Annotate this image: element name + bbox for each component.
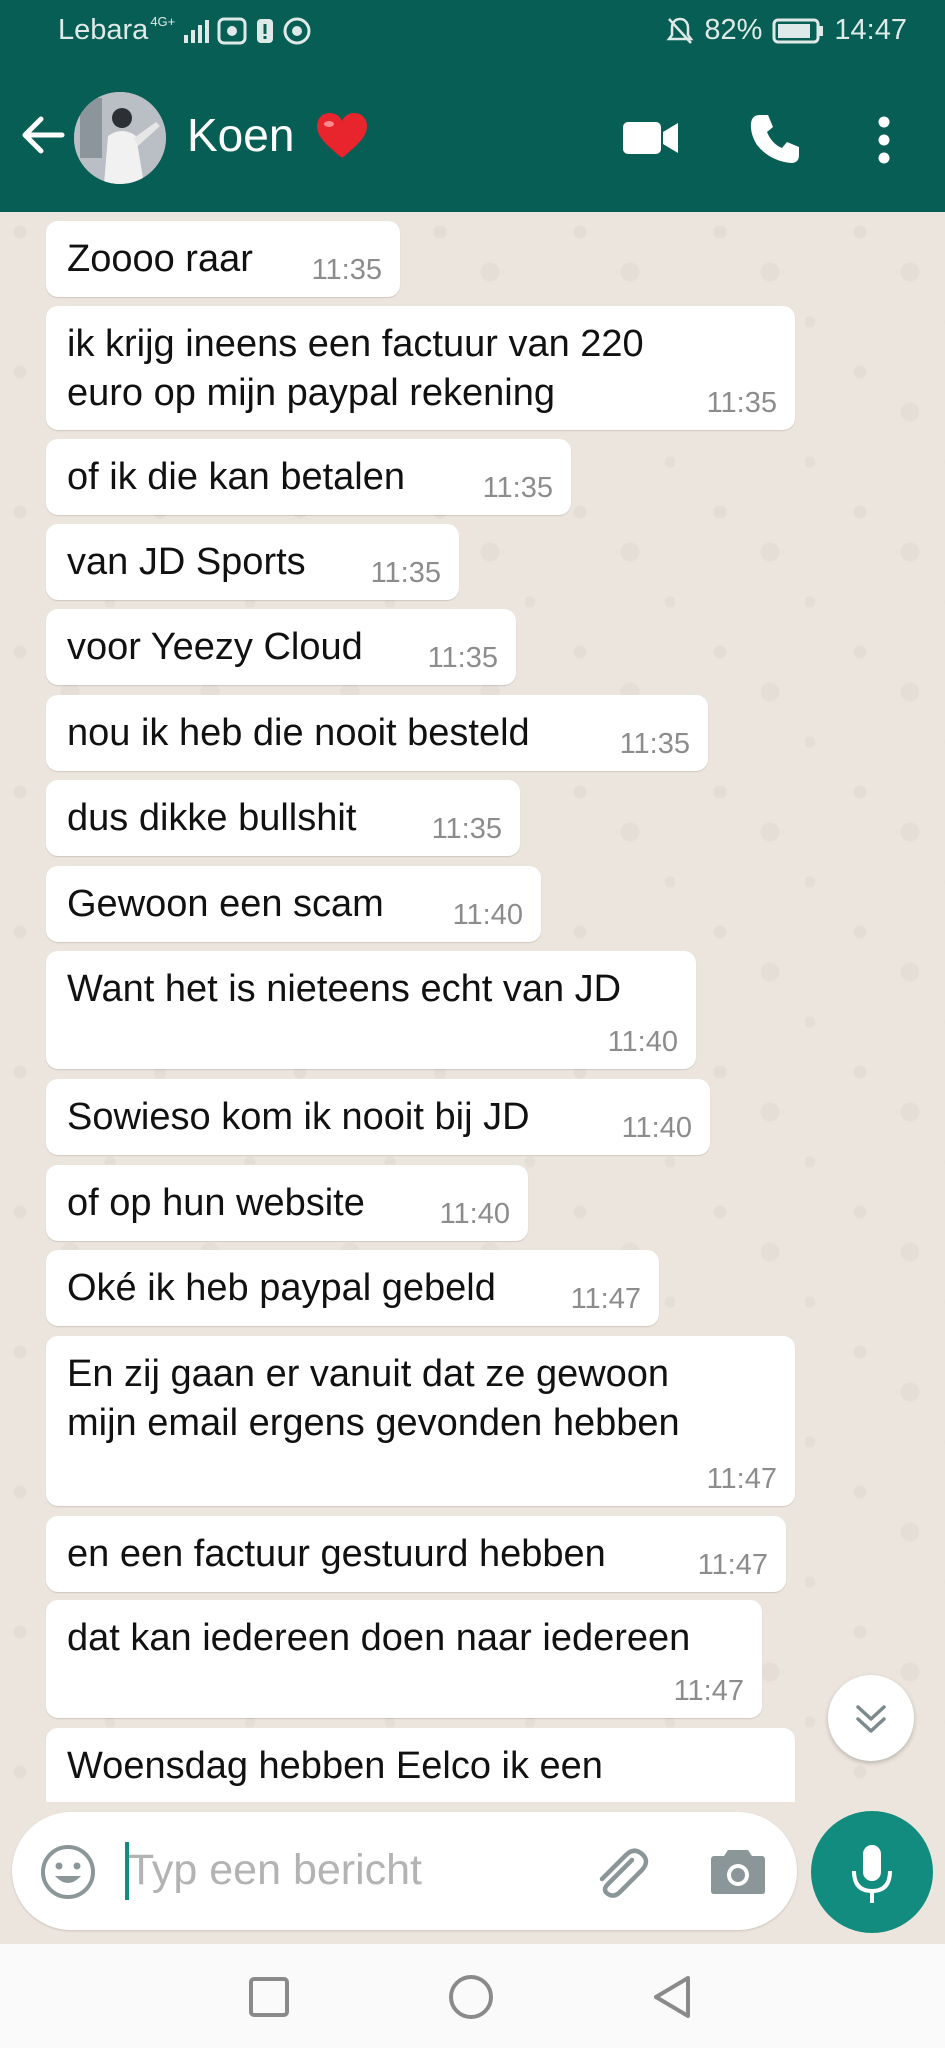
message-text: Woensdag hebben Eelco ik een [67, 1745, 603, 1787]
nav-recents-icon[interactable] [248, 1976, 290, 2018]
status-right: 82% 14:47 [666, 14, 907, 47]
app-notification-icon [217, 17, 247, 44]
message-text: Oké ik heb paypal gebeld [67, 1267, 496, 1309]
message-text: dat kan iedereen doen naar iedereen [67, 1617, 691, 1659]
avatar[interactable] [74, 92, 166, 184]
message-bubble[interactable]: Oké ik heb paypal gebeld 11:47 [46, 1250, 659, 1326]
message-bubble[interactable]: van JD Sports 11:35 [46, 524, 459, 600]
chat-header: Koen [0, 64, 945, 212]
message-bubble[interactable]: En zij gaan er vanuit dat ze gewoon mijn… [46, 1336, 795, 1506]
message-time: 11:40 [452, 899, 523, 931]
mic-icon [852, 1845, 892, 1903]
phone-icon[interactable] [748, 112, 802, 166]
message-time: 11:35 [482, 472, 553, 504]
battery-percent: 82% [704, 14, 763, 46]
message-composer: Typ een bericht [12, 1812, 797, 1930]
alert-notification-icon [257, 18, 274, 43]
message-text: En zij gaan er vanuit dat ze gewoon mijn… [67, 1353, 680, 1444]
system-nav-bar [0, 1944, 945, 2048]
scroll-down-icon [856, 1705, 886, 1733]
message-bubble[interactable]: dus dikke bullshit 11:35 [46, 780, 520, 856]
message-bubble[interactable]: of op hun website 11:40 [46, 1165, 528, 1241]
chrome-icon [283, 17, 311, 44]
nav-home-icon[interactable] [448, 1974, 494, 2020]
muted-bell-icon [666, 17, 694, 44]
scroll-down-button[interactable] [828, 1675, 914, 1761]
message-bubble[interactable]: Zoooo raar 11:35 [46, 221, 400, 297]
message-bubble[interactable]: of ik die kan betalen 11:35 [46, 439, 571, 515]
message-time: 11:40 [439, 1198, 510, 1230]
message-text: Want het is nieteens echt van JD [67, 968, 622, 1010]
message-bubble[interactable]: ik krijg ineens een factuur van 220 euro… [46, 306, 795, 430]
message-list[interactable]: Zoooo raar 11:35 ik krijg ineens een fac… [0, 212, 945, 1802]
message-time: 11:35 [311, 254, 382, 286]
message-text: ik krijg ineens een factuur van 220 euro… [67, 323, 644, 414]
status-bar: Lebara 4G+ 82% 14:47 [0, 0, 945, 64]
message-time: 11:47 [673, 1675, 744, 1707]
message-text: of ik die kan betalen [67, 456, 406, 498]
nav-back-icon[interactable] [650, 1974, 694, 2020]
message-time: 11:35 [370, 557, 441, 589]
message-bubble[interactable]: en een factuur gestuurd hebben 11:47 [46, 1516, 786, 1592]
message-text: en een factuur gestuurd hebben [67, 1533, 606, 1575]
message-bubble[interactable]: voor Yeezy Cloud 11:35 [46, 609, 516, 685]
message-bubble[interactable]: nou ik heb die nooit besteld 11:35 [46, 695, 708, 771]
clock: 14:47 [834, 14, 907, 46]
message-time: 11:47 [697, 1549, 768, 1581]
message-time: 11:35 [431, 813, 502, 845]
message-time: 11:35 [427, 642, 498, 674]
carrier-label: Lebara [58, 14, 149, 46]
signal-icon [184, 19, 210, 43]
contact-name[interactable]: Koen [187, 108, 294, 162]
message-bubble[interactable]: Want het is nieteens echt van JD 11:40 [46, 951, 696, 1069]
message-bubble[interactable]: Sowieso kom ik nooit bij JD 11:40 [46, 1079, 710, 1155]
message-bubble[interactable]: dat kan iedereen doen naar iedereen 11:4… [46, 1600, 762, 1718]
back-arrow-icon[interactable] [18, 110, 68, 160]
message-time: 11:47 [570, 1283, 641, 1315]
more-options-icon[interactable] [877, 116, 891, 164]
message-bubble[interactable]: Gewoon een scam 11:40 [46, 866, 541, 942]
network-type: 4G+ [150, 14, 176, 29]
message-time: 11:35 [619, 728, 690, 760]
avatar-photo [74, 92, 166, 184]
voice-message-button[interactable] [811, 1811, 933, 1933]
message-text: Sowieso kom ik nooit bij JD [67, 1096, 530, 1138]
attach-icon[interactable] [590, 1846, 650, 1902]
emoji-icon[interactable] [40, 1844, 96, 1900]
camera-icon[interactable] [710, 1846, 766, 1896]
heart-emoji [317, 113, 367, 158]
message-bubble[interactable]: Woensdag hebben Eelco ik een [46, 1728, 795, 1802]
battery-icon [772, 18, 824, 43]
status-left: Lebara 4G+ [58, 14, 311, 47]
video-call-icon[interactable] [622, 120, 680, 156]
message-input[interactable]: Typ een bericht [128, 1846, 422, 1895]
message-time: 11:40 [621, 1112, 692, 1144]
message-time: 11:40 [607, 1026, 678, 1058]
message-time: 11:35 [706, 387, 777, 419]
message-time: 11:47 [706, 1463, 777, 1495]
message-text: nou ik heb die nooit besteld [67, 712, 530, 754]
